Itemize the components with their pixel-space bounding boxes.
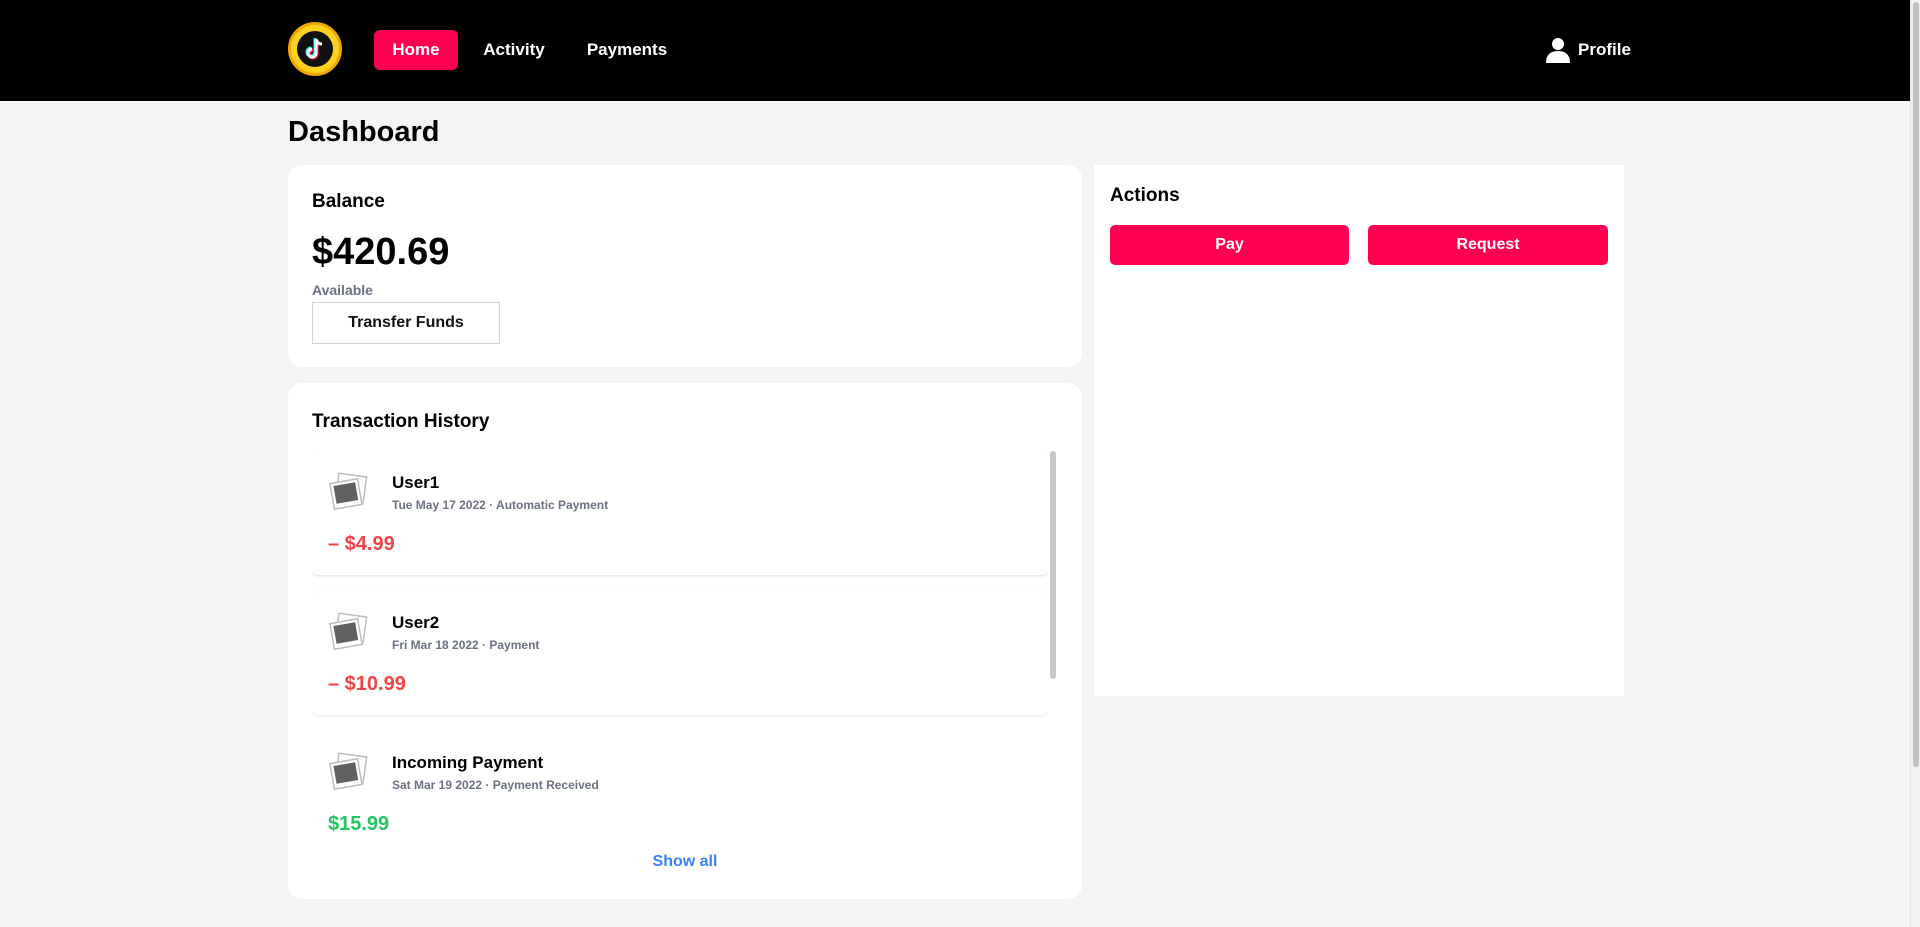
balance-card: Balance $420.69 Available Transfer Funds	[288, 165, 1082, 367]
transaction-amount: – $4.99	[328, 533, 395, 555]
profile-label: Profile	[1578, 40, 1631, 59]
balance-amount: $420.69	[312, 231, 450, 273]
transaction-meta: Tue May 17 2022 · Automatic Payment	[392, 498, 609, 512]
nav-activity-link[interactable]: Activity	[472, 30, 556, 70]
transaction-meta: Fri Mar 18 2022 · Payment	[392, 638, 540, 652]
balance-title: Balance	[312, 191, 385, 212]
page-scrollbar[interactable]	[1910, 0, 1920, 927]
transfer-funds-button[interactable]: Transfer Funds	[312, 302, 500, 344]
actions-title: Actions	[1110, 185, 1180, 206]
transaction-name: User2	[392, 613, 440, 632]
transaction-amount: – $10.99	[328, 673, 406, 695]
request-button[interactable]: Request	[1368, 225, 1608, 265]
nav-home-link[interactable]: Home	[374, 30, 458, 70]
transaction-item[interactable]: User2 Fri Mar 18 2022 · Payment – $10.99	[312, 591, 1048, 715]
photo-placeholder-icon	[329, 752, 368, 791]
top-navigation-bar: Home Activity Payments Profile	[0, 0, 1910, 101]
transaction-amount: $15.99	[328, 813, 390, 835]
actions-card: Actions Pay Request	[1094, 165, 1624, 696]
tiktok-logo-icon[interactable]	[288, 22, 342, 76]
transaction-history-card: Transaction History User1 Tue May 17 202…	[288, 383, 1082, 899]
profile-link[interactable]: Profile	[1546, 34, 1631, 66]
logo-inner	[297, 31, 333, 67]
music-note-icon	[305, 38, 323, 60]
pay-button[interactable]: Pay	[1110, 225, 1349, 265]
transaction-name: User1	[392, 473, 440, 492]
transaction-item[interactable]: Incoming Payment Sat Mar 19 2022 · Payme…	[312, 731, 1048, 839]
user-icon	[1546, 38, 1570, 63]
photo-placeholder-icon	[329, 612, 368, 651]
show-all-link[interactable]: Show all	[288, 853, 1082, 871]
transaction-meta: Sat Mar 19 2022 · Payment Received	[392, 778, 599, 792]
transaction-list[interactable]: User1 Tue May 17 2022 · Automatic Paymen…	[312, 451, 1048, 839]
balance-available-label: Available	[312, 282, 373, 298]
page-title: Dashboard	[288, 116, 440, 148]
nav-payments-link[interactable]: Payments	[580, 30, 674, 70]
transaction-item[interactable]: User1 Tue May 17 2022 · Automatic Paymen…	[312, 451, 1048, 575]
transaction-list-scrollbar[interactable]	[1050, 451, 1056, 679]
transaction-history-title: Transaction History	[312, 411, 490, 432]
page-scrollbar-thumb[interactable]	[1913, 2, 1919, 767]
transaction-name: Incoming Payment	[392, 753, 544, 772]
photo-placeholder-icon	[329, 472, 368, 511]
